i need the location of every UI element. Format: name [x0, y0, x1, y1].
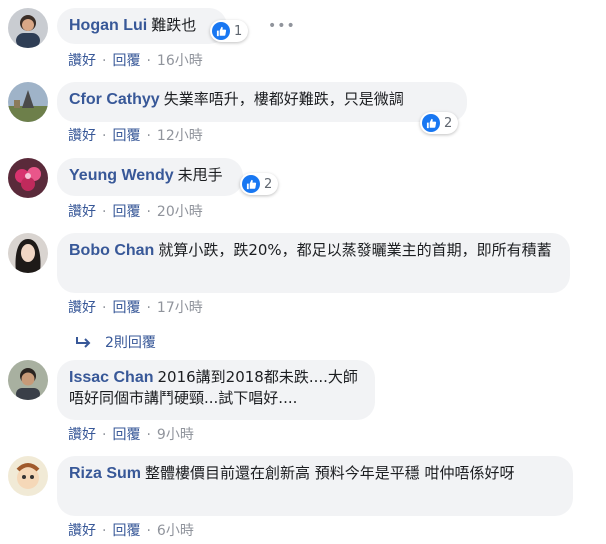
comment-text: 未甩手: [177, 166, 223, 184]
like-count: 2: [444, 115, 453, 131]
commenter-name[interactable]: Hogan Lui: [69, 17, 147, 34]
like-button[interactable]: 讚好: [68, 50, 96, 70]
reply-button[interactable]: 回覆: [112, 520, 140, 540]
timestamp[interactable]: 20小時: [157, 201, 203, 221]
like-button[interactable]: 讚好: [68, 125, 96, 145]
comment-text: 失業率唔升，樓都好難跌，只是微調: [163, 90, 404, 108]
avatar[interactable]: [8, 158, 48, 198]
reaction-count[interactable]: 2: [240, 173, 279, 195]
comment-text: 就算小跌，跌20%，都足以蒸發曬業主的首期，即所有積蓄: [158, 241, 552, 259]
avatar[interactable]: [8, 82, 48, 122]
commenter-name[interactable]: Cfor Cathyy: [69, 91, 160, 108]
reaction-count[interactable]: 1: [210, 20, 249, 42]
comment-actions: 讚好 · 回覆 · 9小時: [68, 424, 194, 444]
reply-button[interactable]: 回覆: [112, 201, 140, 221]
more-options-icon[interactable]: •••: [268, 18, 296, 34]
like-count: 1: [234, 23, 243, 39]
like-icon: [212, 22, 230, 40]
like-icon: [242, 175, 260, 193]
reply-arrow-icon: [76, 337, 91, 348]
avatar[interactable]: [8, 360, 48, 400]
like-button[interactable]: 讚好: [68, 520, 96, 540]
commenter-name[interactable]: Riza Sum: [69, 465, 141, 482]
comment-text: 難跌也: [151, 16, 197, 34]
replies-count[interactable]: 2則回覆: [105, 332, 156, 352]
reaction-count[interactable]: 2: [420, 112, 459, 134]
like-button[interactable]: 讚好: [68, 424, 96, 444]
avatar[interactable]: [8, 456, 48, 496]
reply-button[interactable]: 回覆: [112, 297, 140, 317]
view-replies-link[interactable]: 2則回覆: [75, 332, 156, 352]
comment-text: 整體樓價目前還在創新高 預料今年是平穩 咁仲唔係好呀: [145, 464, 515, 482]
comment-actions: 讚好 · 回覆 · 20小時: [68, 201, 203, 221]
reply-button[interactable]: 回覆: [112, 424, 140, 444]
commenter-name[interactable]: Bobo Chan: [69, 242, 154, 259]
timestamp[interactable]: 12小時: [157, 125, 203, 145]
timestamp[interactable]: 9小時: [157, 424, 194, 444]
comment-actions: 讚好 · 回覆 · 17小時: [68, 297, 203, 317]
comment-actions: 讚好 · 回覆 · 6小時: [68, 520, 194, 540]
avatar[interactable]: [8, 233, 48, 273]
like-button[interactable]: 讚好: [68, 201, 96, 221]
comment-bubble: Issac Chan 2016講到2018都未跌....大師唔好同個市講鬥硬頸..…: [57, 360, 375, 420]
reply-button[interactable]: 回覆: [112, 125, 140, 145]
like-button[interactable]: 讚好: [68, 297, 96, 317]
comment-actions: 讚好 · 回覆 · 16小時: [68, 50, 203, 70]
commenter-name[interactable]: Yeung Wendy: [69, 167, 174, 184]
comment-bubble: Riza Sum 整體樓價目前還在創新高 預料今年是平穩 咁仲唔係好呀: [57, 456, 573, 516]
timestamp[interactable]: 16小時: [157, 50, 203, 70]
timestamp[interactable]: 6小時: [157, 520, 194, 540]
comment-bubble: Cfor Cathyy 失業率唔升，樓都好難跌，只是微調: [57, 82, 467, 122]
avatar[interactable]: [8, 8, 48, 48]
timestamp[interactable]: 17小時: [157, 297, 203, 317]
comment-bubble: Hogan Lui 難跌也: [57, 8, 227, 44]
like-count: 2: [264, 176, 273, 192]
commenter-name[interactable]: Issac Chan: [69, 369, 153, 386]
comment-actions: 讚好 · 回覆 · 12小時: [68, 125, 203, 145]
like-icon: [422, 114, 440, 132]
comment-bubble: Bobo Chan 就算小跌，跌20%，都足以蒸發曬業主的首期，即所有積蓄: [57, 233, 570, 293]
comment-bubble: Yeung Wendy 未甩手: [57, 158, 243, 196]
reply-button[interactable]: 回覆: [112, 50, 140, 70]
